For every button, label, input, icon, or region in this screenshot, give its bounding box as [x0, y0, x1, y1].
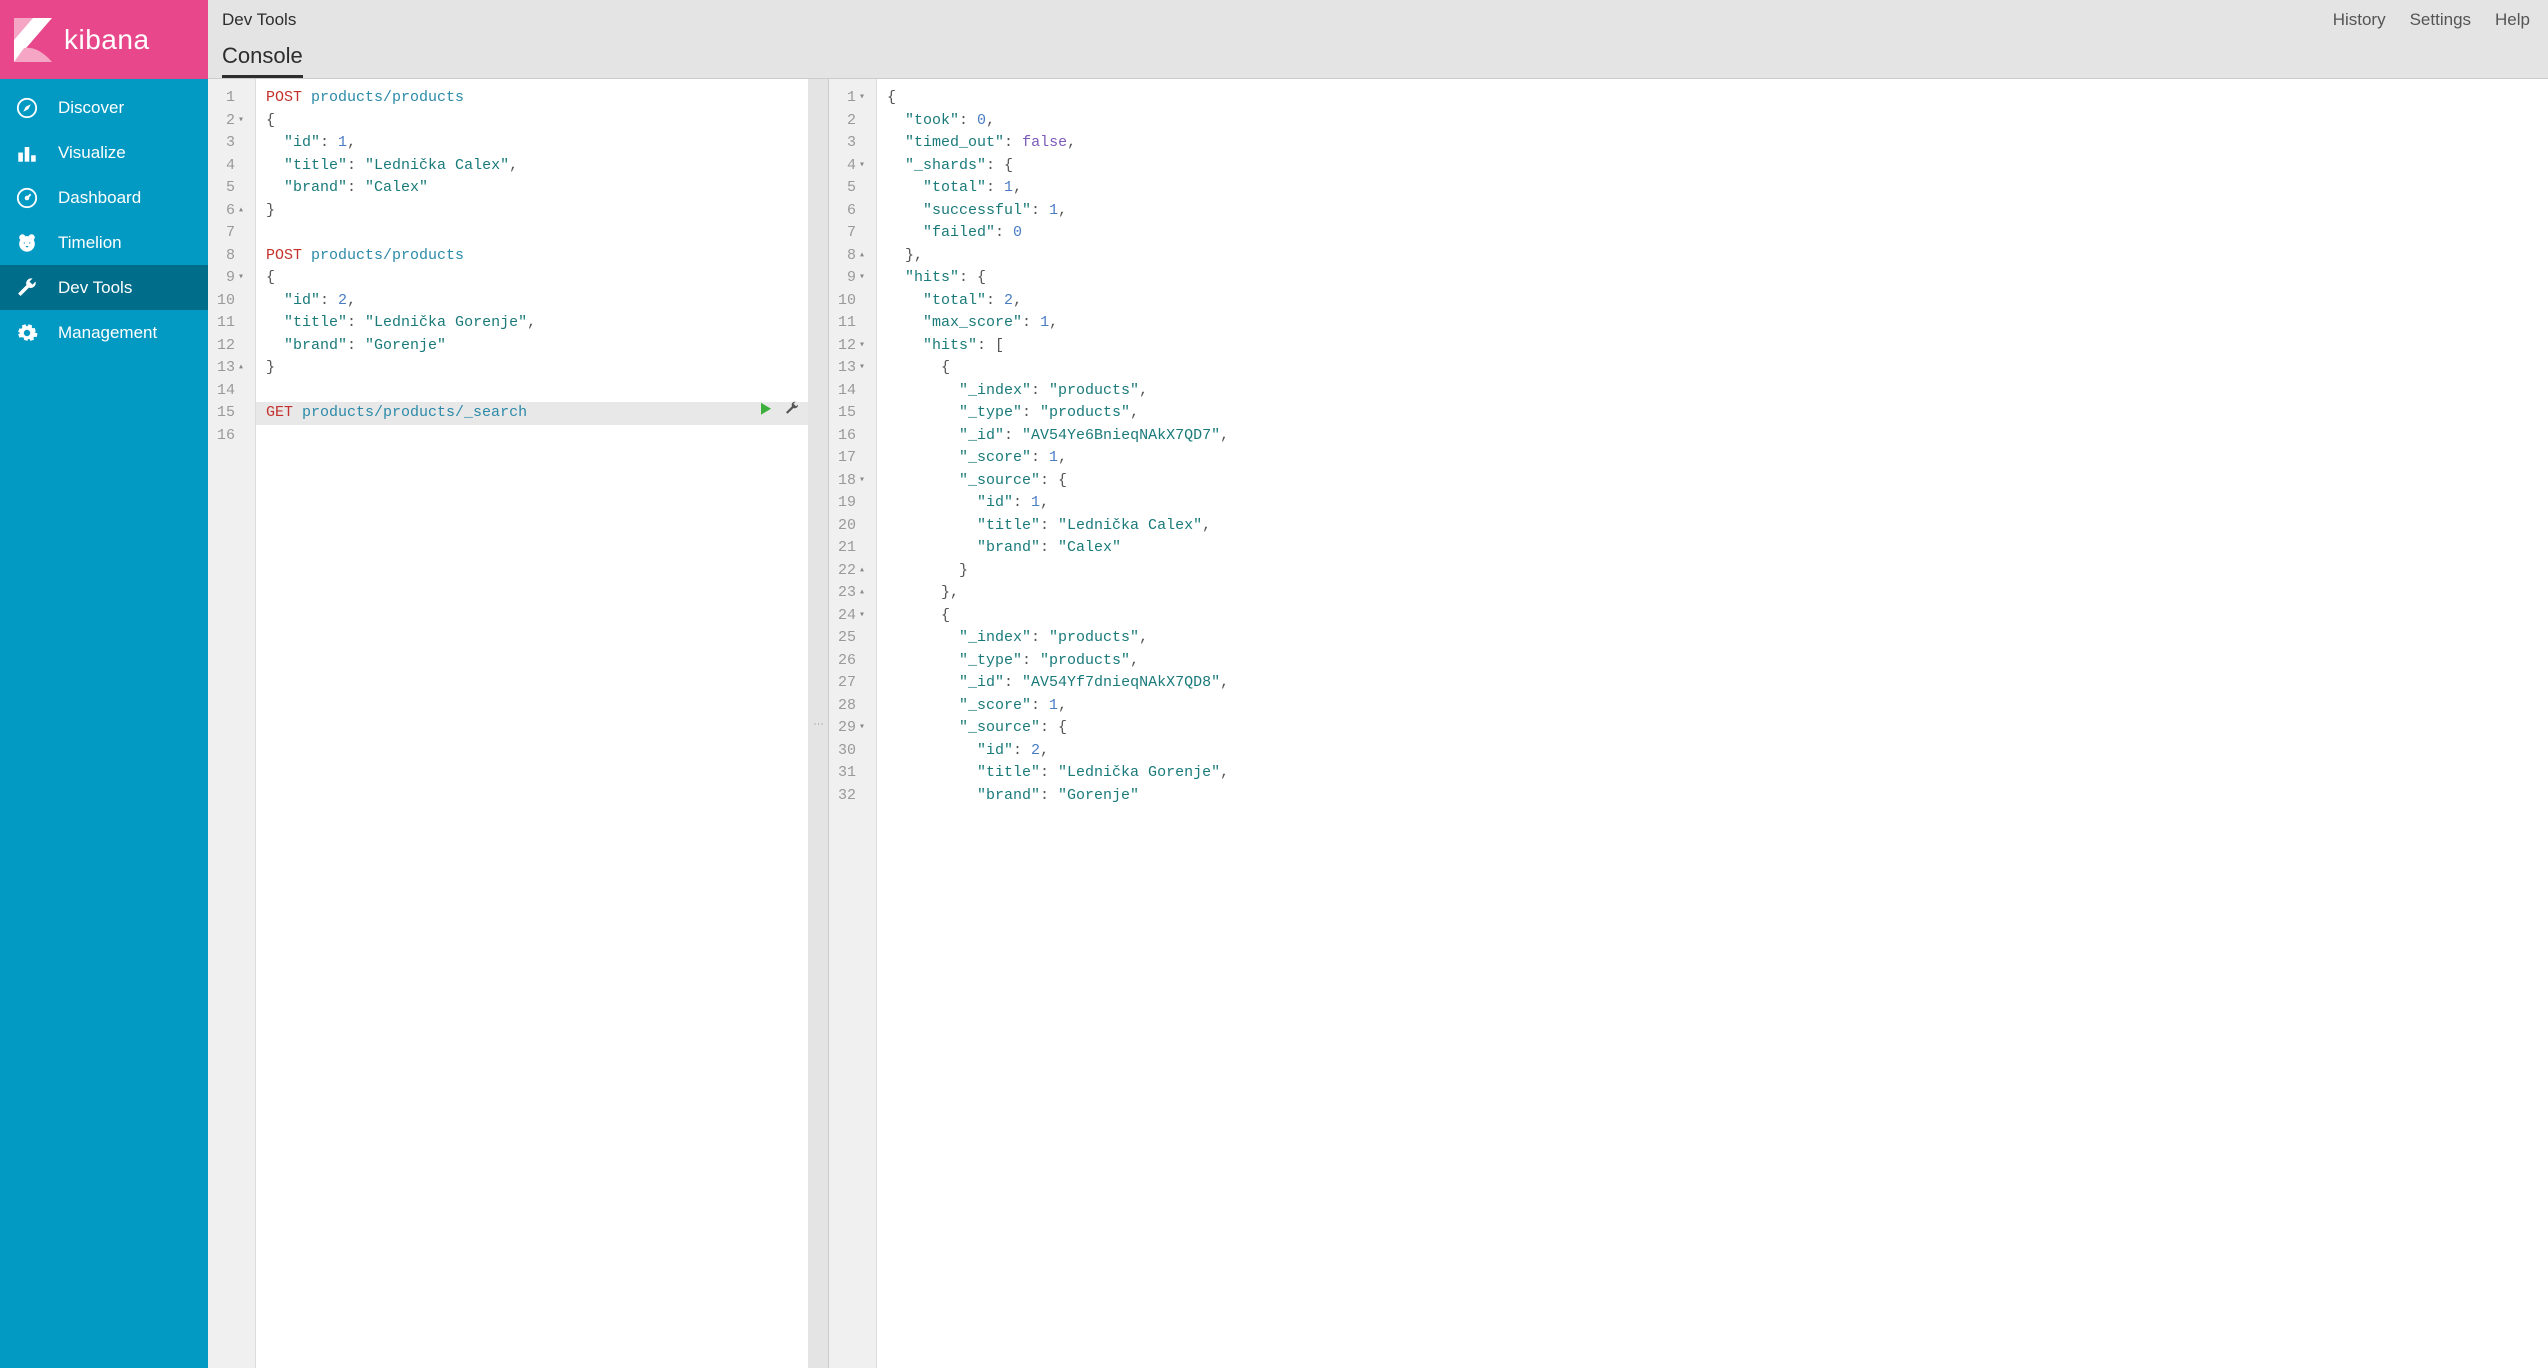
bear-icon	[14, 230, 40, 256]
request-pane: 12▾3456▴789▾10111213▴141516 POST product…	[208, 79, 808, 1368]
tabs: Console	[222, 43, 303, 78]
sidebar-item-label: Timelion	[58, 233, 122, 253]
send-request-button[interactable]	[758, 401, 774, 426]
settings-link[interactable]: Settings	[2410, 10, 2471, 30]
sidebar-item-label: Visualize	[58, 143, 126, 163]
sidebar-item-timelion[interactable]: Timelion	[0, 220, 208, 265]
request-options-button[interactable]	[784, 401, 800, 426]
help-link[interactable]: Help	[2495, 10, 2530, 30]
sidebar-item-label: Management	[58, 323, 157, 343]
response-viewer[interactable]: { "took": 0, "timed_out": false, "_shard…	[877, 79, 2548, 1368]
brand-name: kibana	[64, 24, 150, 56]
kibana-logo-icon	[14, 18, 52, 62]
compass-icon	[14, 95, 40, 121]
top-actions: History Settings Help	[2333, 10, 2530, 30]
gauge-icon	[14, 185, 40, 211]
nav: Discover Visualize Dashboard Timelion Dev To…	[0, 79, 208, 355]
pane-splitter[interactable]: ⋮	[808, 79, 828, 1368]
topbar: Dev Tools Console History Settings Help	[208, 0, 2548, 79]
tab-console[interactable]: Console	[222, 43, 303, 78]
breadcrumb: Dev Tools	[208, 0, 2548, 30]
sidebar-item-discover[interactable]: Discover	[0, 85, 208, 130]
sidebar-item-dashboard[interactable]: Dashboard	[0, 175, 208, 220]
request-editor[interactable]: POST products/products{ "id": 1, "title"…	[256, 79, 808, 1368]
gear-icon	[14, 320, 40, 346]
sidebar-item-dev-tools[interactable]: Dev Tools	[0, 265, 208, 310]
main: Dev Tools Console History Settings Help 12…	[208, 0, 2548, 1368]
request-gutter: 12▾3456▴789▾10111213▴141516	[208, 79, 256, 1368]
editor-area: 12▾3456▴789▾10111213▴141516 POST product…	[208, 79, 2548, 1368]
bar-chart-icon	[14, 140, 40, 166]
sidebar-item-label: Discover	[58, 98, 124, 118]
sidebar: kibana Discover Visualize Dashboard Timelio…	[0, 0, 208, 1368]
response-pane: 1▾234▾5678▴9▾101112▾13▾1415161718▾192021…	[828, 79, 2548, 1368]
sidebar-item-label: Dev Tools	[58, 278, 132, 298]
response-gutter: 1▾234▾5678▴9▾101112▾13▾1415161718▾192021…	[829, 79, 877, 1368]
wrench-icon	[14, 275, 40, 301]
history-link[interactable]: History	[2333, 10, 2386, 30]
logo[interactable]: kibana	[0, 0, 208, 79]
splitter-handle-icon: ⋮	[813, 719, 824, 728]
sidebar-item-visualize[interactable]: Visualize	[0, 130, 208, 175]
sidebar-item-management[interactable]: Management	[0, 310, 208, 355]
sidebar-item-label: Dashboard	[58, 188, 141, 208]
